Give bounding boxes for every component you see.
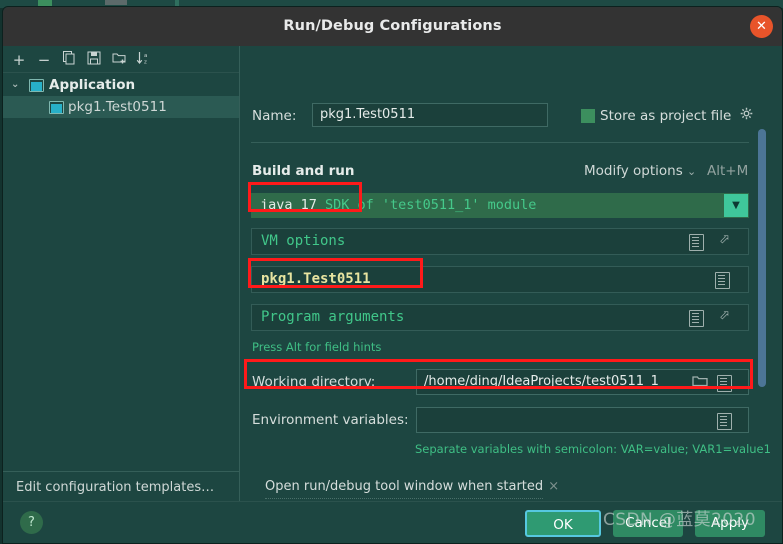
store-as-project-file-checkbox[interactable]: [581, 109, 595, 123]
svg-text:a: a: [144, 53, 147, 59]
name-label: Name:: [252, 108, 297, 124]
name-input-value: pkg1.Test0511: [320, 107, 416, 122]
dialog-body: + − a z ⌄ Application pkg1.Test0511 Edit…: [3, 46, 782, 501]
jdk-version: java 17: [260, 197, 326, 213]
help-button[interactable]: ?: [20, 511, 43, 534]
close-icon[interactable]: ×: [548, 476, 559, 498]
chevron-down-icon[interactable]: ▼: [724, 194, 748, 217]
browse-class-icon[interactable]: [715, 272, 730, 289]
expand-icon[interactable]: ⬀: [719, 308, 730, 323]
sort-alphabetically-icon[interactable]: a z: [134, 50, 154, 70]
sidebar-toolbar: + − a z: [3, 46, 239, 73]
gear-icon[interactable]: [740, 107, 754, 125]
macro-list-icon[interactable]: [689, 234, 704, 251]
sort-icon-svg: a z: [136, 52, 147, 66]
run-config-icon: [49, 101, 64, 114]
environment-variables-label: Environment variables:: [252, 412, 409, 428]
application-icon: [29, 79, 44, 92]
dialog-titlebar: Run/Debug Configurations ✕: [3, 7, 782, 46]
close-icon[interactable]: ✕: [750, 15, 773, 38]
form-scrollbar[interactable]: [758, 129, 766, 387]
environment-variables-input[interactable]: [416, 407, 749, 433]
working-directory-input[interactable]: /home/ding/IdeaProjects/test0511_1: [416, 369, 749, 395]
working-directory-value: /home/ding/IdeaProjects/test0511_1: [424, 374, 659, 389]
add-icon[interactable]: +: [9, 50, 29, 70]
gear-icon-svg: [740, 107, 753, 120]
vm-options-field[interactable]: VM options ⬀: [251, 228, 749, 255]
folder-icon[interactable]: [692, 374, 708, 392]
jdk-module: SDK of 'test0511_1' module: [325, 197, 537, 213]
field-hints-text: Press Alt for field hints: [252, 340, 382, 354]
sidebar-item-label: pkg1.Test0511: [68, 99, 167, 115]
macro-list-icon[interactable]: [689, 310, 704, 327]
save-icon-svg: [87, 51, 101, 65]
new-folder-icon[interactable]: [109, 50, 129, 70]
edit-configuration-templates-link[interactable]: Edit configuration templates…: [16, 480, 214, 495]
sidebar-footer-separator: [3, 471, 239, 472]
bg-chip-2: [105, 0, 127, 5]
main-class-field[interactable]: pkg1.Test0511: [251, 266, 749, 293]
copy-icon-svg: [63, 51, 75, 65]
svg-text:z: z: [144, 60, 147, 66]
screenshot-root: Run/Debug Configurations ✕ + − a z ⌄ App…: [0, 0, 783, 544]
run-debug-configurations-dialog: Run/Debug Configurations ✕ + − a z ⌄ App…: [2, 6, 783, 544]
store-as-project-file-label: Store as project file: [600, 108, 732, 124]
jdk-combobox[interactable]: java 17 SDK of 'test0511_1' module ▼: [251, 193, 749, 218]
chevron-down-icon: ⌄: [687, 165, 697, 178]
program-arguments-placeholder: Program arguments: [261, 309, 405, 325]
modify-options-label: Modify options: [584, 163, 683, 179]
sidebar-item-pkg1-test0511[interactable]: pkg1.Test0511: [3, 96, 239, 118]
chevron-down-icon[interactable]: ⌄: [11, 74, 23, 96]
expand-icon[interactable]: ⬀: [719, 232, 730, 247]
dialog-title: Run/Debug Configurations: [283, 18, 502, 34]
dialog-footer: ? OK Cancel Apply: [3, 501, 782, 543]
configuration-form: Name: pkg1.Test0511 Store as project fil…: [240, 46, 782, 501]
macro-list-icon[interactable]: [717, 375, 732, 392]
jdk-combobox-text: java 17 SDK of 'test0511_1' module: [260, 194, 536, 217]
edit-env-vars-icon[interactable]: [717, 413, 732, 430]
sidebar-group-application[interactable]: ⌄ Application: [3, 74, 239, 96]
modify-options-shortcut: Alt+M: [707, 163, 749, 179]
open-tool-window-label: Open run/debug tool window when started: [265, 479, 544, 494]
modify-options-button[interactable]: Modify options ⌄: [584, 163, 696, 179]
apply-button[interactable]: Apply: [695, 510, 765, 537]
new-folder-icon-svg: [112, 53, 125, 64]
main-class-value: pkg1.Test0511: [261, 271, 371, 287]
remove-icon[interactable]: −: [34, 50, 54, 70]
name-input[interactable]: pkg1.Test0511: [312, 103, 548, 127]
save-icon[interactable]: [84, 50, 104, 70]
section-divider: [251, 142, 749, 143]
environment-variables-hint: Separate variables with semicolon: VAR=v…: [415, 442, 771, 456]
open-tool-window-option[interactable]: Open run/debug tool window when started …: [265, 476, 559, 499]
configurations-sidebar: + − a z ⌄ Application pkg1.Test0511 Edit…: [3, 46, 239, 501]
cancel-button[interactable]: Cancel: [613, 510, 683, 537]
section-title-build-and-run: Build and run: [252, 163, 355, 179]
folder-icon-svg: [692, 376, 708, 387]
configuration-tree: ⌄ Application pkg1.Test0511: [3, 74, 239, 118]
sidebar-group-label: Application: [49, 77, 136, 93]
ok-button[interactable]: OK: [525, 510, 601, 537]
toolbar-separator: [3, 72, 239, 73]
copy-icon[interactable]: [59, 50, 79, 70]
vm-options-placeholder: VM options: [261, 233, 346, 249]
working-directory-label: Working directory:: [252, 374, 376, 390]
program-arguments-field[interactable]: Program arguments ⬀: [251, 304, 749, 331]
